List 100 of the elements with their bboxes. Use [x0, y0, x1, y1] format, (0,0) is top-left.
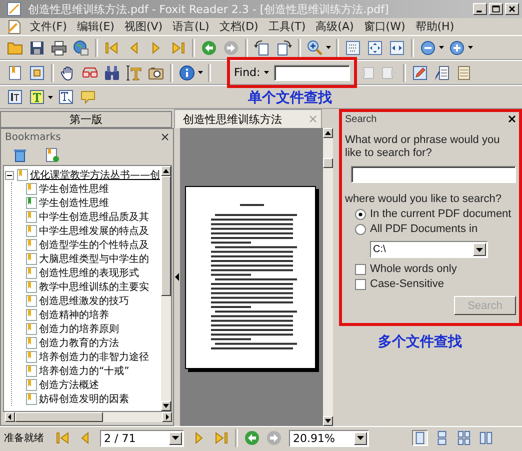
actual-size-icon[interactable] [345, 40, 361, 56]
radio-label: In the current PDF document [370, 208, 512, 220]
radio-button[interactable] [355, 224, 366, 234]
menu-item[interactable]: 语言(L) [168, 19, 214, 34]
minus-circle-icon[interactable] [420, 40, 436, 56]
collapse-arrow-icon[interactable] [175, 273, 179, 281]
fit-width-icon[interactable] [389, 40, 405, 56]
trash-icon[interactable] [12, 147, 28, 163]
info-icon[interactable] [179, 64, 195, 80]
menu-item[interactable]: 窗口(W) [358, 19, 410, 34]
thumbnail-panel-icon[interactable] [29, 64, 45, 80]
scrollbar[interactable] [5, 412, 172, 422]
glasses-icon[interactable] [82, 64, 98, 80]
caret-icon[interactable] [326, 46, 331, 49]
page-number-field[interactable]: 2 / 71 [100, 430, 184, 446]
radio-button[interactable] [355, 208, 366, 220]
scroll-thumb[interactable] [161, 176, 171, 296]
document-pen-icon[interactable] [434, 64, 450, 80]
checkbox[interactable] [355, 278, 366, 290]
menu-item[interactable]: 帮助(H) [410, 19, 460, 34]
dropdown-arrow-icon[interactable] [172, 436, 179, 440]
annotation-text: 多个文件查找 [378, 333, 462, 351]
minimize-icon[interactable] [473, 3, 487, 15]
bookmark-item[interactable]: 创造精神的培养 [39, 308, 109, 322]
caret-icon[interactable] [468, 46, 473, 49]
fit-page-icon[interactable] [367, 40, 383, 56]
scroll-thumb[interactable] [15, 412, 103, 422]
menu-item[interactable]: 高级(A) [310, 19, 359, 34]
scrollbar[interactable] [161, 166, 171, 411]
caret-icon[interactable] [264, 71, 270, 74]
bookmark-item[interactable]: 创造力教育的方法 [39, 336, 119, 350]
single-page-icon[interactable] [412, 430, 428, 446]
dropdown-arrow-icon[interactable] [357, 436, 364, 440]
text-box-icon[interactable] [58, 89, 74, 105]
bookmark-item[interactable]: 大脑思维类型与中学生的 [39, 252, 149, 266]
back-icon[interactable] [244, 430, 260, 446]
bookmark-item[interactable]: 学生创造性思维 [39, 182, 109, 196]
bookmark-item[interactable]: 创造思维激发的技巧 [39, 294, 129, 308]
rotate-left-icon[interactable] [254, 40, 270, 56]
scope-prompt: where would you like to search? [345, 193, 503, 205]
bookmark-item[interactable]: 优化课堂教学方法丛书——创 [30, 168, 160, 182]
status-message: 准备就绪 [4, 432, 45, 445]
bookmark-panel-icon[interactable] [7, 64, 23, 80]
print-icon[interactable] [51, 40, 67, 56]
caret-icon[interactable] [198, 71, 203, 74]
rotate-right-icon[interactable] [276, 40, 292, 56]
checkbox[interactable] [355, 264, 366, 274]
menu-item[interactable]: 文件(F) [25, 19, 72, 34]
bookmark-item[interactable]: 学生创造性思维 [39, 196, 109, 210]
text-select-icon[interactable] [126, 64, 142, 80]
close-icon[interactable] [508, 115, 516, 123]
dropdown-arrow-icon[interactable] [476, 248, 483, 252]
bookmark-item[interactable]: 创造型学生的个性特点及 [39, 238, 149, 252]
tab[interactable]: 第一版 [0, 111, 172, 128]
menu-item[interactable]: 工具(T) [263, 19, 311, 34]
pencil-icon[interactable] [412, 64, 428, 80]
plus-circle-icon[interactable] [449, 40, 465, 56]
bookmark-item[interactable]: 中学生思维发展的特点及 [39, 224, 149, 238]
bookmark-item[interactable]: 妨碍创造发明的因素 [39, 392, 129, 406]
bookmark-item[interactable]: 中学生创造思维品质及其 [39, 210, 149, 224]
maximize-icon[interactable] [489, 3, 503, 15]
bookmark-item[interactable]: 培养创造力的非智力途径 [39, 350, 149, 364]
facing-page-icon[interactable] [478, 430, 494, 446]
scroll-thumb[interactable] [323, 158, 333, 168]
back-icon[interactable] [201, 40, 217, 56]
zoom-in-icon[interactable] [307, 40, 323, 56]
caret-icon[interactable] [439, 46, 444, 49]
bookmark-item[interactable]: 创造力的培养原则 [39, 322, 119, 336]
find-field[interactable] [274, 64, 350, 80]
expander-icon[interactable] [5, 170, 14, 180]
menu-item[interactable]: 文档(D) [214, 19, 264, 34]
bookmark-item[interactable]: 创造方法概述 [39, 378, 99, 392]
scroll-down-icon[interactable] [324, 417, 332, 425]
menu-item[interactable]: 视图(V) [119, 19, 168, 34]
caret-icon[interactable] [48, 96, 53, 98]
scroll-down-icon[interactable] [162, 402, 170, 410]
highlight-icon[interactable] [29, 89, 45, 105]
folder-dropdown[interactable]: C:\ [370, 241, 488, 258]
tab[interactable]: 创造性思维训练方法 [174, 109, 322, 128]
camera-icon[interactable] [148, 64, 164, 80]
document-icon[interactable] [456, 64, 472, 80]
menu-item[interactable]: 编辑(E) [72, 19, 120, 34]
zoom-field[interactable]: 20.91% [289, 430, 369, 446]
new-bookmark-icon[interactable] [44, 147, 60, 163]
search-field[interactable] [351, 166, 516, 183]
bookmark-item[interactable]: 培养创造力的“十戒” [39, 364, 130, 378]
folder-icon[interactable] [7, 40, 23, 56]
globe-icon[interactable] [73, 40, 89, 56]
binoculars-icon[interactable] [104, 64, 120, 80]
radio-label: All PDF Documents in [370, 223, 478, 235]
bookmark-item[interactable]: 创造性思维的表现形式 [39, 266, 139, 280]
continuous-facing-icon[interactable] [456, 430, 472, 446]
close-icon[interactable] [161, 133, 169, 141]
save-icon[interactable] [29, 40, 45, 56]
tab-label[interactable]: 创造性思维训练方法 [183, 112, 282, 126]
scrollbar[interactable] [323, 128, 333, 426]
typewriter-icon[interactable] [7, 89, 23, 105]
annotation-text: 单个文件查找 [248, 89, 332, 107]
scroll-up-icon[interactable] [324, 129, 332, 137]
bookmark-item[interactable]: 教学中思维训练的主要实 [39, 280, 149, 294]
